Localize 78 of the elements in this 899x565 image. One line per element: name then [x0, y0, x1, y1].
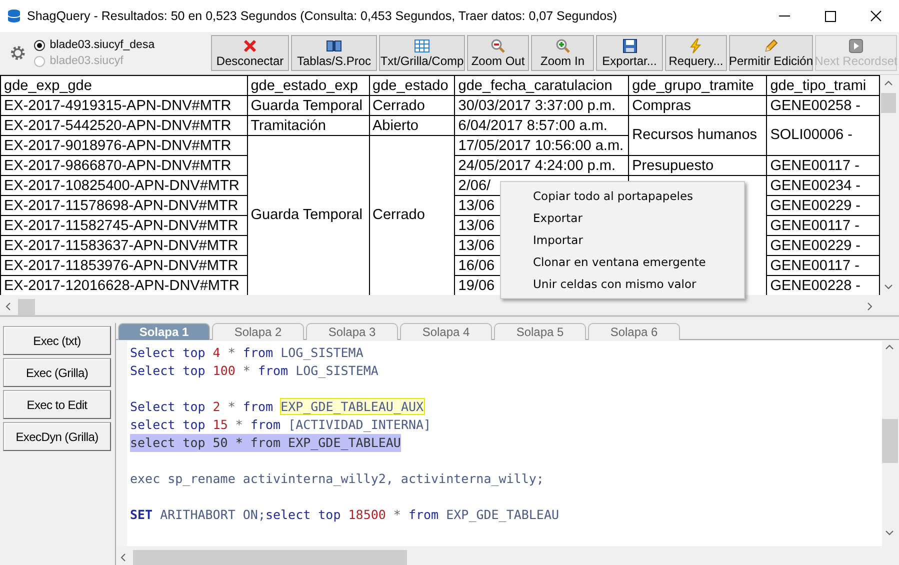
column-header[interactable]: gde_estado_exp: [247, 76, 370, 96]
grid-cell: Tramitación: [247, 116, 370, 136]
toolbar-button[interactable]: Desconectar: [211, 35, 289, 71]
grid-cell: SOLI00006 -: [770, 126, 852, 144]
maximize-icon: [824, 10, 836, 22]
grid-cell: 17/05/2017 10:56:00 a.m.: [454, 136, 629, 156]
minimize-icon: [778, 15, 790, 17]
code-editor[interactable]: [116, 341, 882, 546]
grid-cell: EX-2017-4919315-APN-DNV#MTR: [0, 96, 248, 116]
column-header[interactable]: gde_tipo_trami: [766, 76, 880, 96]
tab[interactable]: Solapa 2: [212, 323, 304, 340]
column-header[interactable]: gde_exp_gde: [0, 76, 248, 96]
zoom-out-icon: [490, 38, 506, 54]
close-icon: [870, 10, 882, 22]
lightning-icon: [688, 38, 704, 54]
grid-cell: GENE00229 -: [766, 196, 880, 216]
column-header[interactable]: gde_fecha_caratulacion: [454, 76, 629, 96]
grid-cell: GENE00229 -: [766, 236, 880, 256]
settings-icon[interactable]: [10, 45, 26, 61]
tab[interactable]: Solapa 4: [400, 323, 492, 340]
grid-cell: EX-2017-10825400-APN-DNV#MTR: [0, 176, 248, 196]
grid-cell: GENE00117 -: [766, 156, 880, 176]
grid-cell: EX-2017-9018976-APN-DNV#MTR: [0, 136, 248, 156]
grid-cell: EX-2017-9866870-APN-DNV#MTR: [0, 156, 248, 176]
grid-cell: GENE00117 -: [766, 256, 880, 276]
connection-label: blade03.siucyf_desa: [50, 38, 155, 53]
window-title: ShagQuery - Resultados: 50 en 0,523 Segundos (Consulta: 0,453 Segundos, Traer datos: 0,07 Segundos): [26, 8, 618, 25]
toolbar-button[interactable]: Requery...: [665, 35, 727, 71]
tab[interactable]: Solapa 5: [494, 323, 586, 340]
toolbar-button[interactable]: Zoom In: [531, 35, 594, 71]
grid-cell: EX-2017-5442520-APN-DNV#MTR: [0, 116, 248, 136]
grid-cell: Presupuesto: [628, 156, 767, 176]
tab[interactable]: Solapa 6: [588, 323, 680, 340]
zoom-in-icon: [554, 38, 570, 54]
grid-cell: GENE00234 -: [766, 176, 880, 196]
grid-cell: EX-2017-11853976-APN-DNV#MTR: [0, 256, 248, 276]
floppy-icon: [622, 38, 638, 54]
grid-cell: EX-2017-11578698-APN-DNV#MTR: [0, 196, 248, 216]
book-icon: [326, 38, 342, 54]
radio-button[interactable]: [34, 40, 45, 50]
code-line: select top 15 * from [ACTIVIDAD_INTERNA]: [130, 416, 432, 434]
grid-cell: GENE00258 -: [766, 96, 880, 116]
table-icon: [414, 38, 430, 54]
grid-cell: Guarda Temporal: [250, 206, 363, 224]
code-line: Select top 2 * from EXP_GDE_TABLEAU_AUX: [130, 398, 424, 416]
grid-cell: Compras: [628, 96, 767, 116]
toolbar-button[interactable]: Txt/Grilla/Comp: [379, 35, 465, 71]
code-line: SET ARITHABORT ON;select top 18500 * from EXP_GDE_TABLEAU: [130, 506, 560, 524]
grid-cell: EX-2017-11583637-APN-DNV#MTR: [0, 236, 248, 256]
x-icon: [242, 38, 258, 54]
toolbar-button[interactable]: Zoom Out: [467, 35, 529, 71]
exec-button[interactable]: ExecDyn (Grilla): [3, 422, 111, 451]
code-line: Select top 4 * from LOG_SISTEMA: [130, 344, 364, 362]
toolbar-button[interactable]: Permitir Edición: [729, 35, 813, 71]
grid-cell: Cerrado: [369, 96, 455, 116]
grid-cell: Guarda Temporal: [247, 96, 370, 116]
play-icon: [848, 38, 864, 54]
grid-cell: Cerrado: [372, 206, 425, 224]
pencil-icon: [763, 38, 779, 54]
connection-label: blade03.siucyf: [50, 54, 124, 69]
toolbar-button[interactable]: Tablas/S.Proc: [291, 35, 377, 71]
code-line: Select top 100 * from LOG_SISTEMA: [130, 362, 378, 380]
grid-cell: Abierto: [369, 116, 455, 136]
exec-button[interactable]: Exec (Grilla): [3, 358, 111, 387]
app-icon: [7, 9, 21, 23]
tab[interactable]: Solapa 3: [306, 323, 398, 340]
exec-button[interactable]: Exec to Edit: [3, 390, 111, 419]
grid-cell: 6/04/2017 8:57:00 a.m.: [454, 116, 629, 136]
column-header[interactable]: gde_grupo_tramite: [628, 76, 767, 96]
toolbar-button[interactable]: Exportar...: [596, 35, 663, 71]
exec-button[interactable]: Exec (txt): [3, 326, 111, 355]
grid-cell: Recursos humanos: [632, 126, 758, 144]
code-line: exec sp_rename activinterna_willy2, activinterna_willy;: [130, 470, 544, 488]
grid-cell: EX-2017-11582745-APN-DNV#MTR: [0, 216, 248, 236]
grid-cell: GENE00117 -: [766, 216, 880, 236]
grid-cell: 24/05/2017 4:24:00 p.m.: [454, 156, 629, 176]
column-header[interactable]: gde_estado: [369, 76, 455, 96]
grid-cell: 30/03/2017 3:37:00 p.m.: [454, 96, 629, 116]
